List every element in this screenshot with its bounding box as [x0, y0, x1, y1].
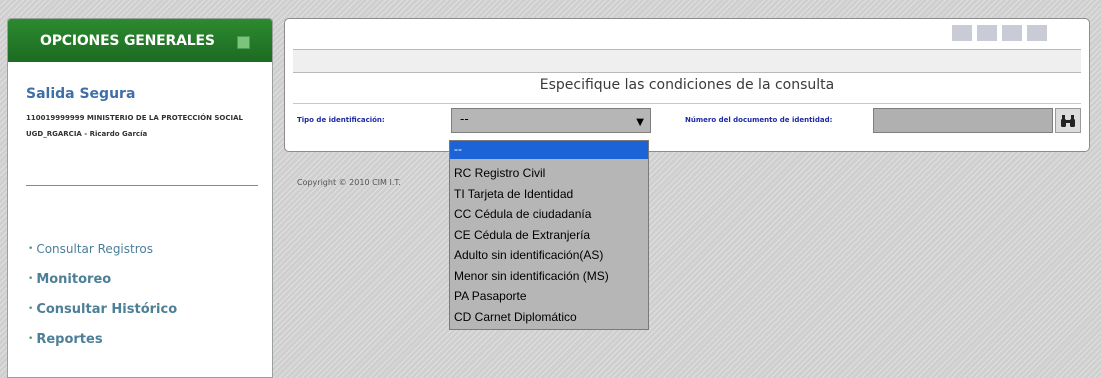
menu-item-consultar-historico[interactable]: • Consultar Histórico: [28, 294, 177, 324]
option-pa[interactable]: PA Pasaporte: [450, 286, 648, 307]
option-ti[interactable]: TI Tarjeta de Identidad: [450, 184, 648, 205]
toolbar-button-4[interactable]: [1027, 25, 1047, 41]
select-value: --: [460, 112, 469, 126]
toolbar-button-2[interactable]: [977, 25, 997, 41]
bullet-icon: •: [28, 334, 34, 344]
option-selected[interactable]: --: [450, 141, 648, 159]
menu-item-label: Consultar Registros: [36, 242, 153, 256]
copyright-text: Copyright © 2010 CIM I.T.: [297, 178, 401, 187]
tipo-identificacion-select[interactable]: -- ▼: [451, 108, 651, 133]
option-cd[interactable]: CD Carnet Diplomático: [450, 307, 648, 328]
toolbar-button-1[interactable]: [952, 25, 972, 41]
toolbar-button-3[interactable]: [1002, 25, 1022, 41]
sidebar-title: OPCIONES GENERALES: [40, 33, 215, 49]
bullet-icon: •: [28, 274, 34, 284]
sidebar: OPCIONES GENERALES Salida Segura 1100199…: [7, 18, 273, 378]
numero-documento-input[interactable]: [873, 108, 1053, 133]
query-panel: Especifique las condiciones de la consul…: [284, 18, 1090, 152]
panel-divider: [293, 72, 1081, 73]
query-title: Especifique las condiciones de la consul…: [539, 77, 835, 93]
menu-item-monitoreo[interactable]: • Monitoreo: [28, 264, 177, 294]
user-organization: 110019999999 MINISTERIO DE LA PROTECCIÓN…: [26, 114, 244, 122]
chevron-down-icon[interactable]: ▼: [636, 117, 644, 128]
bullet-icon: •: [28, 304, 34, 314]
menu-item-label: Reportes: [36, 331, 103, 347]
sidebar-header: OPCIONES GENERALES: [8, 19, 272, 62]
option-ce[interactable]: CE Cédula de Extranjería: [450, 225, 648, 246]
bullet-icon: •: [28, 244, 34, 254]
numero-documento-label: Número del documento de identidad:: [685, 116, 833, 124]
tipo-identificacion-label: Tipo de identificación:: [297, 116, 385, 124]
sidebar-divider: [26, 185, 258, 186]
option-as[interactable]: Adulto sin identificación(AS): [450, 245, 648, 266]
menu-item-label: Monitoreo: [36, 271, 112, 287]
search-button[interactable]: [1055, 108, 1081, 133]
menu-item-reportes[interactable]: • Reportes: [28, 324, 177, 354]
option-ms[interactable]: Menor sin identificación (MS): [450, 266, 648, 287]
menu-item-consultar-registros[interactable]: • Consultar Registros: [28, 234, 177, 264]
tipo-identificacion-options: -- RC Registro Civil TI Tarjeta de Ident…: [449, 140, 649, 330]
binoculars-icon: [1061, 114, 1075, 127]
panel-bar: [293, 50, 1081, 72]
option-rc[interactable]: RC Registro Civil: [450, 163, 648, 184]
menu-item-label: Consultar Histórico: [36, 301, 178, 317]
user-name: Salida Segura: [26, 86, 136, 102]
collapse-square-icon[interactable]: [237, 36, 250, 49]
user-info: Salida Segura 110019999999 MINISTERIO DE…: [26, 86, 258, 138]
option-cc[interactable]: CC Cédula de ciudadanía: [450, 204, 648, 225]
sidebar-menu: • Consultar Registros • Monitoreo • Cons…: [28, 234, 177, 354]
user-login: UGD_RGARCIA - Ricardo García: [26, 130, 148, 138]
query-form-row: Tipo de identificación: -- ▼ Número del …: [293, 103, 1081, 139]
